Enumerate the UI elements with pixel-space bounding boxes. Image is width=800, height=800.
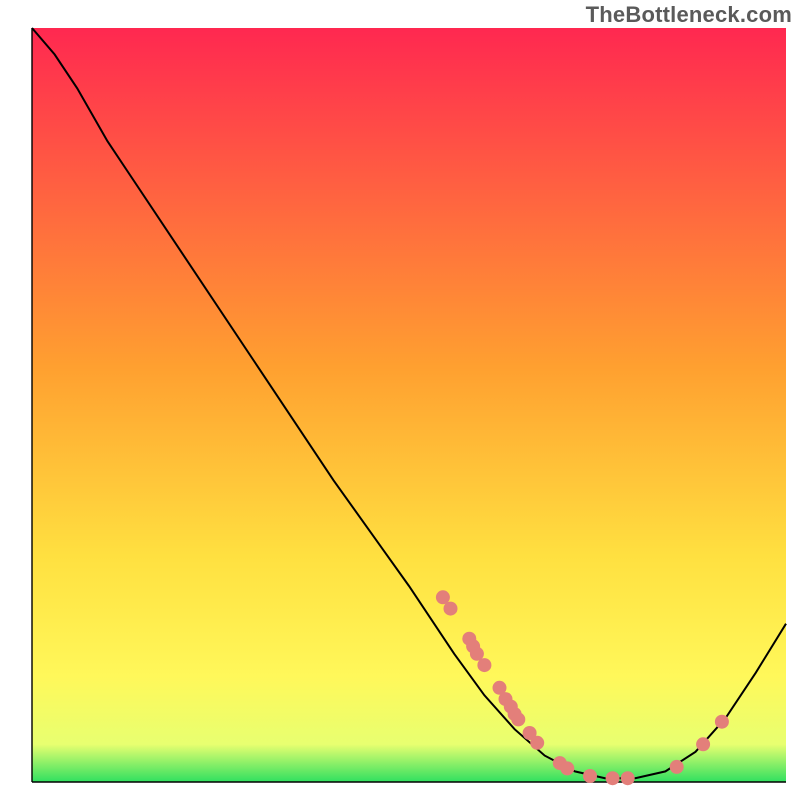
bottleneck-curve-chart [0,0,800,800]
watermark-text: TheBottleneck.com [586,2,792,28]
data-point [606,771,620,785]
data-point [560,761,574,775]
data-point [715,715,729,729]
data-point [670,760,684,774]
data-point [530,736,544,750]
data-point [583,769,597,783]
data-point [444,602,458,616]
data-point [621,771,635,785]
data-point [696,737,710,751]
data-point [511,712,525,726]
data-point [477,658,491,672]
plot-background [32,28,786,782]
